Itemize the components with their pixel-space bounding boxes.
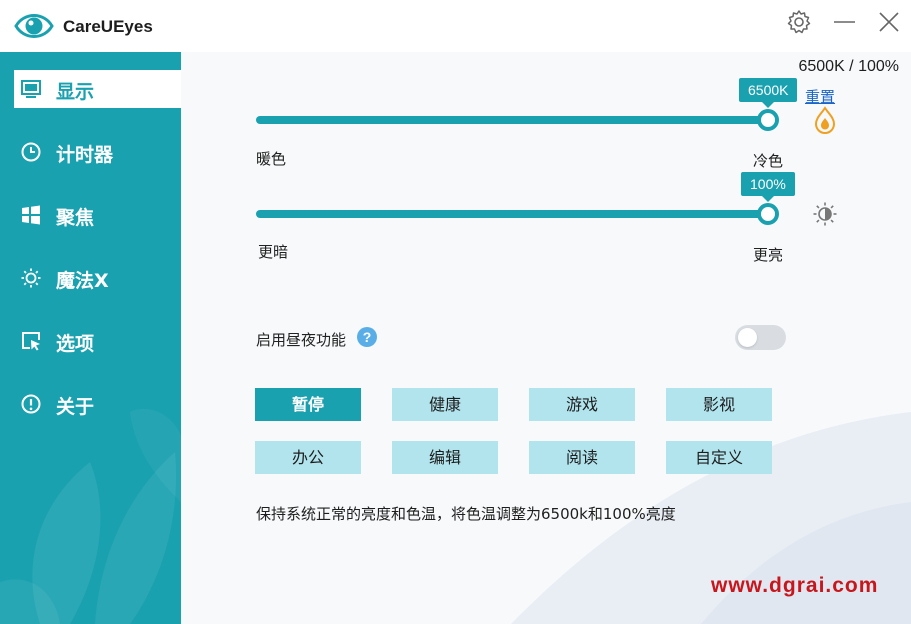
color-temp-slider-thumb[interactable]: [757, 109, 779, 131]
svg-text:?: ?: [363, 329, 372, 345]
minimize-icon[interactable]: [831, 8, 859, 36]
sidebar-item-display[interactable]: 显示: [14, 70, 181, 108]
eye-logo-icon: [14, 14, 54, 38]
mode-button-movie[interactable]: 影视: [666, 388, 772, 421]
sun-icon: [21, 268, 41, 288]
mode-button-pause[interactable]: 暂停: [255, 388, 361, 421]
gear-icon[interactable]: [785, 8, 813, 36]
watermark-text: www.dgrai.com: [711, 574, 879, 597]
color-temp-slider-track[interactable]: [256, 116, 768, 124]
warm-label: 暖色: [256, 150, 287, 168]
clock-icon: [21, 142, 41, 162]
sidebar-item-label: 魔法X: [56, 270, 109, 292]
brightness-slider-thumb[interactable]: [757, 203, 779, 225]
cool-label: 冷色: [753, 152, 784, 170]
brighter-label: 更亮: [753, 246, 784, 264]
info-icon: [21, 394, 41, 414]
brightness-value-tooltip: 100%: [741, 172, 795, 202]
toggle-knob: [738, 328, 757, 347]
sidebar-item-magicx[interactable]: 魔法X: [14, 259, 181, 297]
windows-icon: [22, 205, 40, 225]
monitor-icon: [21, 80, 41, 98]
mode-button-game[interactable]: 游戏: [529, 388, 635, 421]
app-title: CareUEyes: [63, 17, 153, 36]
sidebar-item-label: 选项: [56, 333, 95, 355]
sidebar: 显示 计时器 聚焦 魔法X 选项 关于: [0, 52, 181, 624]
sidebar-item-timer[interactable]: 计时器: [14, 133, 181, 171]
brightness-slider-track[interactable]: [256, 210, 768, 218]
mode-button-health[interactable]: 健康: [392, 388, 498, 421]
help-icon[interactable]: ?: [357, 327, 377, 347]
daynight-toggle[interactable]: [735, 325, 786, 350]
sidebar-item-label: 聚焦: [56, 207, 95, 229]
reset-link[interactable]: 重置: [805, 86, 835, 107]
flame-icon: [814, 106, 836, 134]
status-readout: 6500K / 100%: [798, 58, 899, 75]
mode-button-reading[interactable]: 阅读: [529, 441, 635, 474]
close-icon[interactable]: [875, 8, 903, 36]
mode-button-edit[interactable]: 编辑: [392, 441, 498, 474]
daynight-label: 启用昼夜功能: [256, 331, 347, 349]
color-temp-value-tooltip: 6500K: [739, 78, 798, 108]
mode-description: 保持系统正常的亮度和色温，将色温调整为6500k和100%亮度: [256, 505, 676, 523]
sidebar-item-focus[interactable]: 聚焦: [14, 196, 181, 234]
window-cursor-icon: [22, 332, 40, 351]
brightness-icon: [813, 202, 837, 226]
sidebar-item-about[interactable]: 关于: [14, 385, 181, 423]
sidebar-item-label: 计时器: [56, 144, 114, 166]
dimmer-label: 更暗: [258, 243, 289, 261]
sidebar-item-options[interactable]: 选项: [14, 322, 181, 360]
mode-button-custom[interactable]: 自定义: [666, 441, 772, 474]
mode-button-office[interactable]: 办公: [255, 441, 361, 474]
sidebar-item-label: 显示: [56, 81, 95, 103]
title-bar: CareUEyes: [0, 0, 911, 52]
display-panel: 6500K / 100% 重置 6500K 暖色 冷色 100% 更暗 更亮 启…: [181, 52, 911, 624]
sidebar-item-label: 关于: [56, 396, 95, 418]
